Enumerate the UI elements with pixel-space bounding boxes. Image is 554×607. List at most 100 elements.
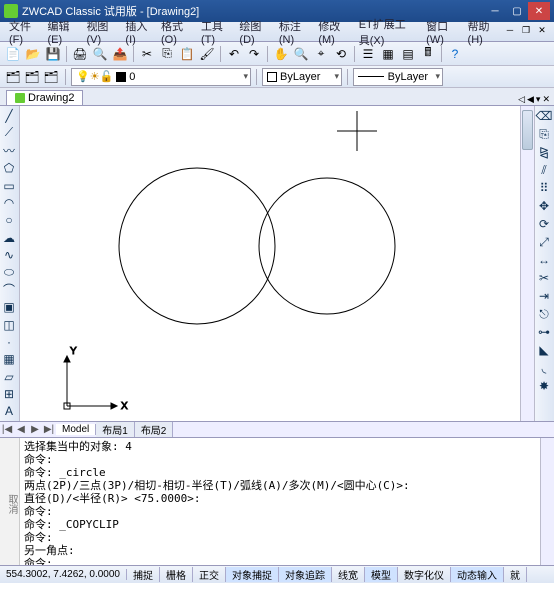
menu-modify[interactable]: 修改(M) bbox=[313, 18, 353, 46]
hatch-icon[interactable]: ▦ bbox=[1, 352, 17, 367]
erase-icon[interactable]: ⌫ bbox=[536, 108, 552, 124]
fillet-icon[interactable]: ◟ bbox=[536, 360, 552, 376]
color-combo[interactable]: ByLayer bbox=[262, 68, 342, 86]
mdi-restore-button[interactable]: ❐ bbox=[518, 25, 534, 39]
copy-obj-icon[interactable]: ⎘ bbox=[536, 126, 552, 142]
vertical-scrollbar[interactable] bbox=[520, 106, 534, 421]
command-history[interactable]: 选择集当中的对象: 4 命令: 命令: _circle 两点(2P)/三点(3P… bbox=[20, 438, 540, 565]
tab-first-icon[interactable]: |◀ bbox=[0, 424, 14, 435]
plot-icon[interactable]: 🖨 bbox=[71, 45, 89, 63]
menu-insert[interactable]: 插入(I) bbox=[120, 18, 156, 46]
tab-scroll-first-icon[interactable]: ◀ bbox=[527, 94, 534, 105]
menu-help[interactable]: 帮助(H) bbox=[463, 18, 502, 46]
cut-icon[interactable]: ✂ bbox=[138, 45, 156, 63]
cmd-scrollbar[interactable] bbox=[540, 438, 554, 565]
model-tab[interactable]: Model bbox=[56, 424, 96, 435]
lwt-toggle[interactable]: 线宽 bbox=[332, 567, 365, 582]
scrollbar-thumb[interactable] bbox=[522, 110, 533, 150]
menu-draw[interactable]: 绘图(D) bbox=[234, 18, 273, 46]
make-block-icon[interactable]: ◫ bbox=[1, 317, 17, 332]
menu-edit[interactable]: 编辑(E) bbox=[42, 18, 81, 46]
snap-toggle[interactable]: 捕捉 bbox=[127, 567, 160, 582]
preview-icon[interactable]: 🔍 bbox=[91, 45, 109, 63]
linetype-combo[interactable]: ByLayer bbox=[353, 68, 443, 86]
zoom-prev-icon[interactable]: ⟲ bbox=[332, 45, 350, 63]
revcloud-icon[interactable]: ☁ bbox=[1, 230, 17, 245]
explode-icon[interactable]: ✸ bbox=[536, 378, 552, 394]
undo-icon[interactable]: ↶ bbox=[225, 45, 243, 63]
menu-tools[interactable]: 工具(T) bbox=[196, 18, 234, 46]
calc-icon[interactable]: 🖩 bbox=[419, 45, 437, 63]
otrack-toggle[interactable]: 对象追踪 bbox=[279, 567, 332, 582]
ortho-toggle[interactable]: 正交 bbox=[193, 567, 226, 582]
status-extra[interactable]: 就 bbox=[504, 567, 527, 582]
document-tab[interactable]: Drawing2 bbox=[6, 90, 83, 105]
publish-icon[interactable]: 📤 bbox=[111, 45, 129, 63]
design-center-icon[interactable]: ▦ bbox=[379, 45, 397, 63]
layout1-tab[interactable]: 布局1 bbox=[96, 422, 135, 437]
array-icon[interactable]: ⠿ bbox=[536, 180, 552, 196]
tab-prev-icon[interactable]: ◀ bbox=[14, 424, 28, 435]
coordinate-readout[interactable]: 554.3002, 7.4262, 0.0000 bbox=[0, 569, 127, 580]
paste-icon[interactable]: 📋 bbox=[178, 45, 196, 63]
polygon-icon[interactable]: ⬠ bbox=[1, 161, 17, 176]
properties-icon[interactable]: ☰ bbox=[359, 45, 377, 63]
tab-last-icon[interactable]: ▶| bbox=[42, 424, 56, 435]
redo-icon[interactable]: ↷ bbox=[245, 45, 263, 63]
mtext-icon[interactable]: A bbox=[1, 404, 17, 419]
menu-format[interactable]: 格式(O) bbox=[156, 18, 196, 46]
ellipse-icon[interactable]: ⬭ bbox=[1, 265, 17, 280]
table-icon[interactable]: ⊞ bbox=[1, 386, 17, 401]
match-icon[interactable]: 🖌 bbox=[198, 45, 216, 63]
rectangle-icon[interactable]: ▭ bbox=[1, 178, 17, 193]
join-icon[interactable]: ⊶ bbox=[536, 324, 552, 340]
trim-icon[interactable]: ✂ bbox=[536, 270, 552, 286]
maximize-button[interactable]: ▢ bbox=[506, 2, 528, 20]
region-icon[interactable]: ▱ bbox=[1, 369, 17, 384]
osnap-toggle[interactable]: 对象捕捉 bbox=[226, 567, 279, 582]
model-toggle[interactable]: 模型 bbox=[365, 567, 398, 582]
layout2-tab[interactable]: 布局2 bbox=[135, 422, 174, 437]
tool-palette-icon[interactable]: ▤ bbox=[399, 45, 417, 63]
copy-icon[interactable]: ⎘ bbox=[158, 45, 176, 63]
insert-block-icon[interactable]: ▣ bbox=[1, 300, 17, 315]
arc-icon[interactable]: ◠ bbox=[1, 195, 17, 210]
close-button[interactable]: ✕ bbox=[528, 2, 550, 20]
layer-combo[interactable]: 💡 ☀ 🔓 0 bbox=[71, 68, 251, 86]
save-icon[interactable]: 💾 bbox=[44, 45, 62, 63]
mdi-min-button[interactable]: ─ bbox=[502, 25, 518, 39]
line-icon[interactable]: ╱ bbox=[1, 108, 17, 123]
tab-dropdown-icon[interactable]: ▾ bbox=[536, 94, 541, 105]
pan-icon[interactable]: ✋ bbox=[272, 45, 290, 63]
rotate-icon[interactable]: ⟳ bbox=[536, 216, 552, 232]
cmd-side-label[interactable]: 取消 bbox=[0, 438, 20, 565]
xline-icon[interactable]: ⟋ bbox=[1, 125, 17, 140]
dyn-toggle[interactable]: 动态输入 bbox=[451, 567, 504, 582]
ql-a-icon[interactable]: 🗂 bbox=[4, 68, 22, 86]
circle-icon[interactable]: ○ bbox=[1, 213, 17, 228]
chamfer-icon[interactable]: ◣ bbox=[536, 342, 552, 358]
extend-icon[interactable]: ⇥ bbox=[536, 288, 552, 304]
menu-window[interactable]: 窗口(W) bbox=[421, 18, 462, 46]
ql-c-icon[interactable]: 🗂 bbox=[42, 68, 60, 86]
zoom-window-icon[interactable]: ⌖ bbox=[312, 45, 330, 63]
offset-icon[interactable]: ⫽ bbox=[536, 162, 552, 178]
open-icon[interactable]: 📂 bbox=[24, 45, 42, 63]
scale-icon[interactable]: ⤢ bbox=[536, 234, 552, 250]
horizontal-scrollbar[interactable] bbox=[173, 423, 554, 437]
menu-view[interactable]: 视图(V) bbox=[81, 18, 120, 46]
menu-file[interactable]: 文件(F) bbox=[4, 18, 42, 46]
move-icon[interactable]: ✥ bbox=[536, 198, 552, 214]
help-icon[interactable]: ? bbox=[446, 45, 464, 63]
ellipse-arc-icon[interactable]: ⌒ bbox=[1, 282, 17, 298]
stretch-icon[interactable]: ↔ bbox=[536, 252, 552, 268]
tab-scroll-left-icon[interactable]: ◁ bbox=[518, 94, 525, 105]
tab-close-icon[interactable]: ✕ bbox=[542, 94, 550, 105]
spline-icon[interactable]: ∿ bbox=[1, 247, 17, 262]
drawing-canvas[interactable]: XY bbox=[20, 106, 534, 421]
point-icon[interactable]: · bbox=[1, 334, 17, 349]
polyline-icon[interactable]: 〰 bbox=[1, 143, 17, 159]
menu-dim[interactable]: 标注(N) bbox=[274, 18, 313, 46]
zoom-realtime-icon[interactable]: 🔍 bbox=[292, 45, 310, 63]
mdi-close-button[interactable]: ✕ bbox=[534, 25, 550, 39]
